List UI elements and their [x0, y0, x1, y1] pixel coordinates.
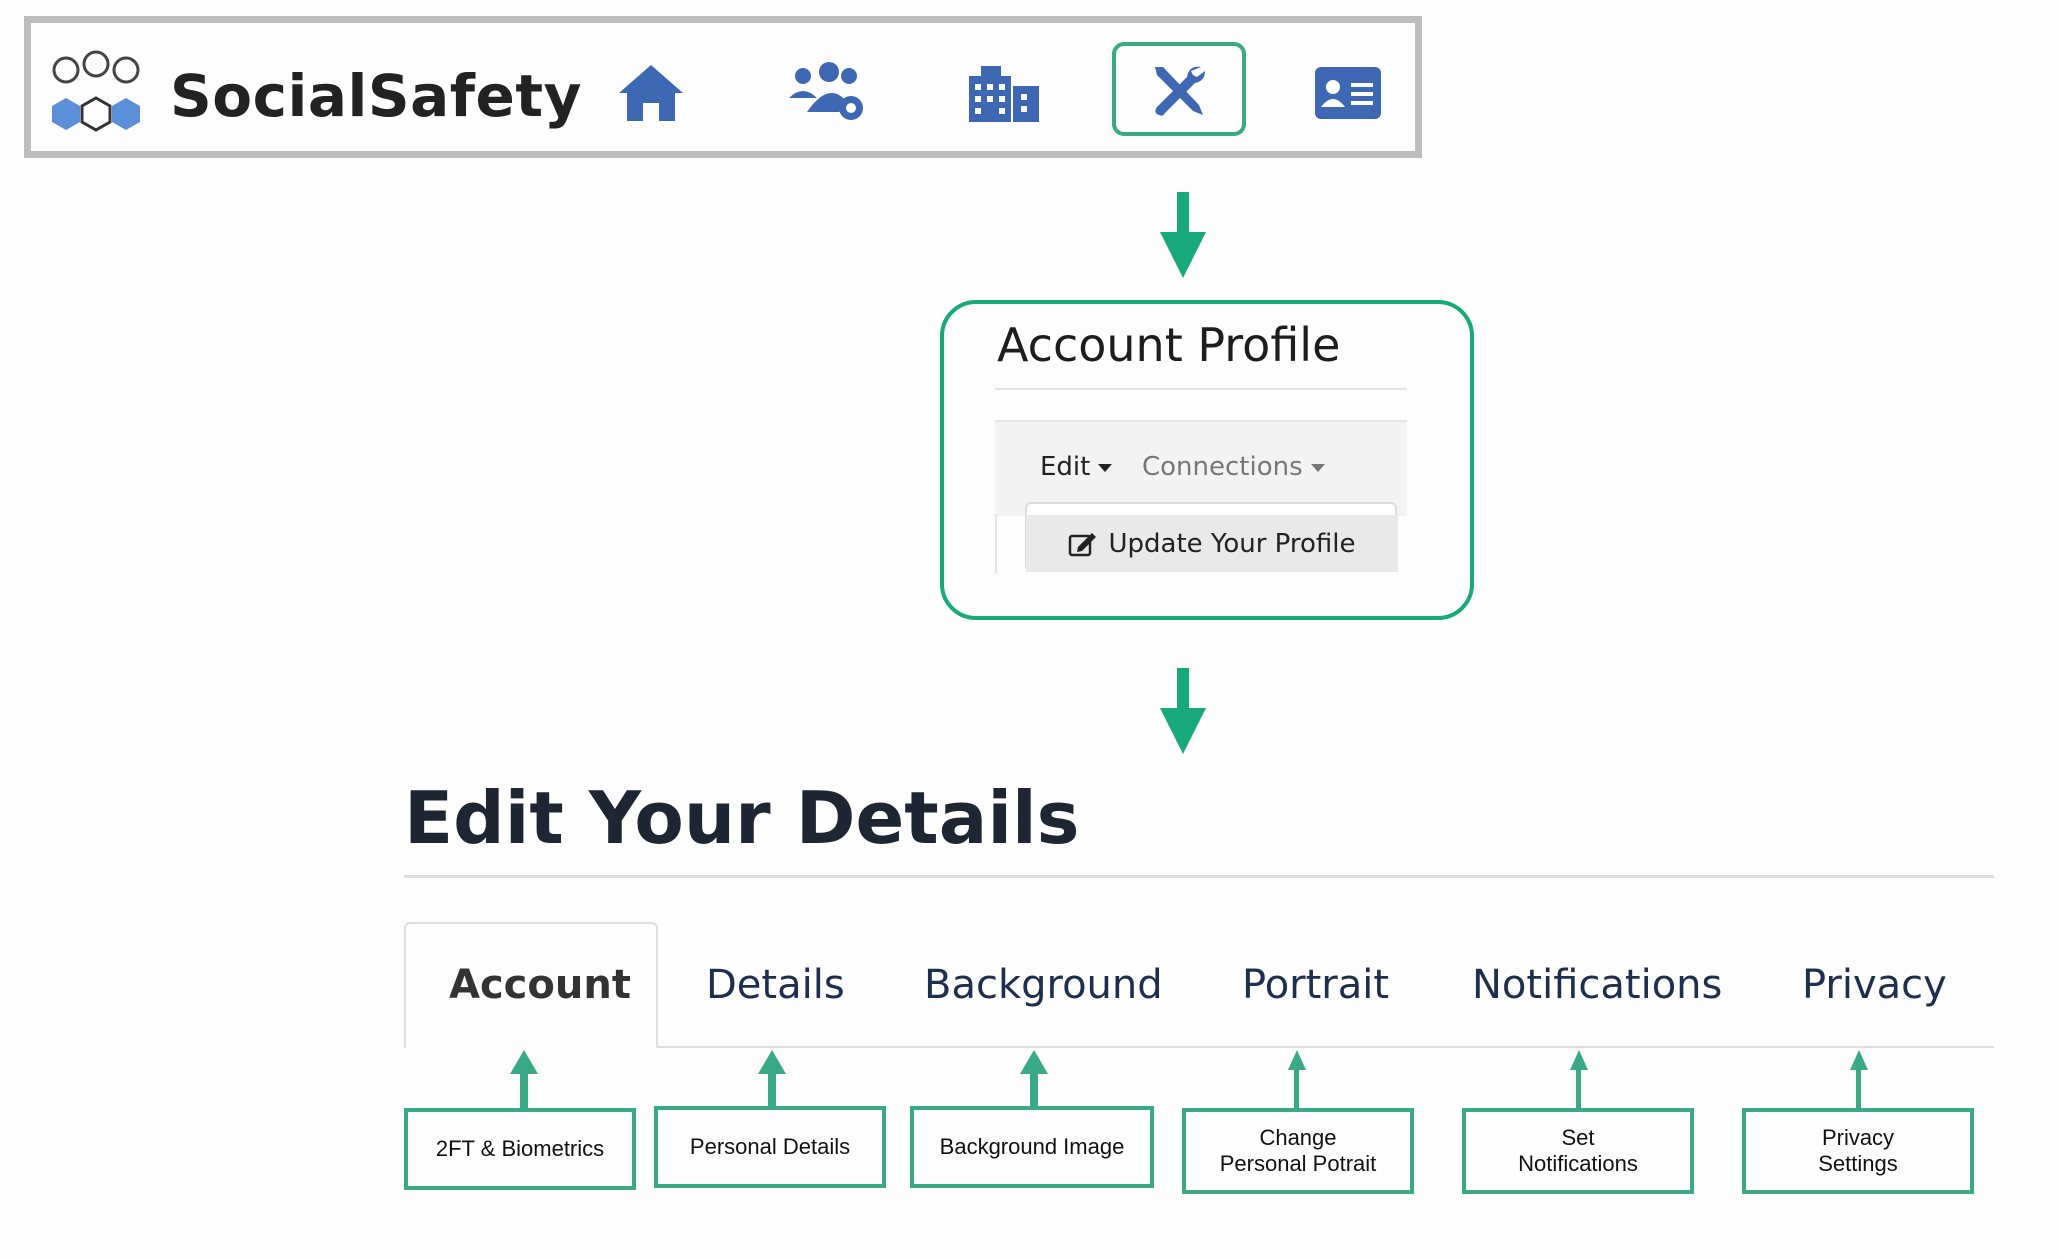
arrow-up-icon — [1850, 1050, 1868, 1110]
update-profile-menu-item[interactable]: Update Your Profile — [1026, 515, 1398, 572]
arrow-up-icon — [1570, 1050, 1588, 1110]
tab-account[interactable]: Account — [449, 962, 631, 1008]
feature-box-background-image: Background Image — [910, 1106, 1154, 1188]
arrow-up-icon — [758, 1050, 786, 1110]
feature-box-2ft-biometrics: 2FT & Biometrics — [404, 1108, 636, 1190]
feature-label: 2FT & Biometrics — [435, 1136, 605, 1161]
divider — [404, 875, 1994, 878]
arrow-up-icon — [1020, 1050, 1048, 1110]
feature-label: Personal Details — [689, 1134, 851, 1159]
feature-label: Change — [1259, 1125, 1337, 1150]
feature-label: Background Image — [939, 1134, 1125, 1159]
tools-nav-button[interactable] — [1112, 42, 1246, 136]
flow-arrow-down — [1160, 192, 1206, 278]
caret-down-icon — [1098, 463, 1113, 472]
connections-menu-toggle[interactable]: Connections — [1142, 452, 1325, 482]
divider — [995, 514, 997, 574]
tab-portrait[interactable]: Portrait — [1242, 962, 1389, 1008]
brand-name: SocialSafety — [170, 62, 582, 130]
feature-label: Settings — [1818, 1151, 1898, 1176]
connections-menu-label: Connections — [1142, 452, 1303, 482]
feature-box-change-portrait: Change Personal Potrait — [1182, 1108, 1414, 1194]
home-icon[interactable] — [616, 60, 686, 126]
tab-privacy[interactable]: Privacy — [1802, 962, 1947, 1008]
edit-icon — [1069, 532, 1097, 556]
edit-menu-label: Edit — [1040, 452, 1091, 482]
tab-background[interactable]: Background — [924, 962, 1163, 1008]
tab-notifications[interactable]: Notifications — [1472, 962, 1722, 1008]
flow-arrow-down — [1160, 668, 1206, 754]
feature-label: Personal Potrait — [1219, 1151, 1377, 1176]
feature-box-set-notifications: Set Notifications — [1462, 1108, 1694, 1194]
feature-label: Notifications — [1518, 1151, 1638, 1176]
update-profile-label: Update Your Profile — [1108, 528, 1356, 559]
feature-box-personal-details: Personal Details — [654, 1106, 886, 1188]
feature-box-privacy-settings: Privacy Settings — [1742, 1108, 1974, 1194]
feature-label: Privacy — [1821, 1125, 1895, 1150]
tools-icon — [1155, 66, 1205, 116]
edit-details-title: Edit Your Details — [404, 776, 1080, 860]
logo-hexagons-icon — [52, 50, 140, 132]
caret-down-icon — [1310, 463, 1325, 472]
account-profile-title: Account Profile — [997, 318, 1341, 372]
edit-menu-toggle[interactable]: Edit — [1040, 452, 1113, 482]
divider — [995, 388, 1407, 390]
arrow-up-icon — [1288, 1050, 1306, 1110]
users-gear-icon[interactable] — [788, 60, 868, 126]
city-icon[interactable] — [966, 60, 1042, 126]
arrow-up-icon — [510, 1050, 538, 1110]
tab-details[interactable]: Details — [706, 962, 845, 1008]
id-card-icon[interactable] — [1314, 60, 1382, 126]
feature-label: Set — [1561, 1125, 1595, 1150]
